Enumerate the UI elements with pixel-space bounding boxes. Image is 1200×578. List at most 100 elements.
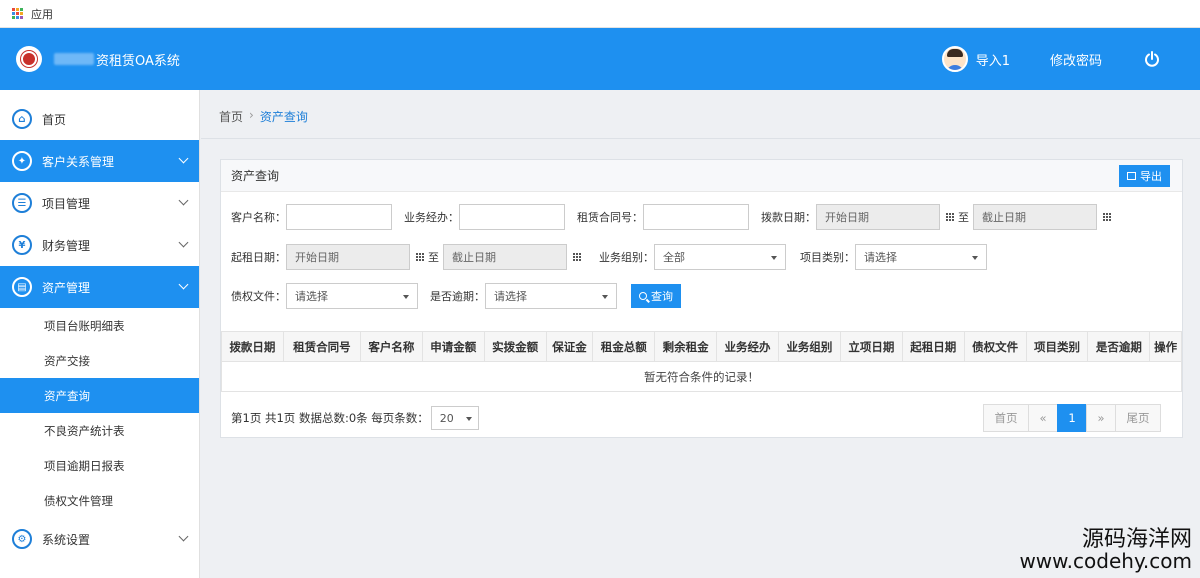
project-type-label: 项目类别： bbox=[800, 251, 855, 264]
col-header[interactable]: 客户名称 bbox=[359, 331, 423, 362]
prev-page-button[interactable]: « bbox=[1028, 404, 1058, 432]
subnav-asset-query[interactable]: 资产查询 bbox=[0, 378, 199, 413]
customers-icon: ✦ bbox=[12, 151, 32, 171]
chevron-down-icon bbox=[178, 237, 189, 248]
user-avatar[interactable] bbox=[941, 46, 968, 72]
nav-project-management[interactable]: ☰ 项目管理 bbox=[0, 182, 199, 224]
rent-start-date-input[interactable]: 开始日期 bbox=[286, 244, 410, 270]
col-header[interactable]: 实拨金额 bbox=[483, 331, 547, 362]
nav-system-settings[interactable]: ⚙ 系统设置 bbox=[0, 518, 199, 560]
disburse-end-date-input[interactable]: 截止日期 bbox=[973, 204, 1097, 230]
nav-finance[interactable]: ¥ 财务管理 bbox=[0, 224, 199, 266]
next-page-button[interactable]: » bbox=[1086, 404, 1116, 432]
header-actions: 导入1 修改密码 bbox=[941, 28, 1200, 90]
nav-label: 项目管理 bbox=[42, 196, 91, 211]
subnav-debt-files[interactable]: 债权文件管理 bbox=[0, 483, 199, 518]
overdue-label: 是否逾期： bbox=[430, 290, 485, 303]
list-icon: ☰ bbox=[12, 193, 32, 213]
apps-label[interactable]: 应用 bbox=[31, 6, 53, 22]
project-type-select[interactable]: 请选择 bbox=[855, 244, 987, 270]
nav-label: 客户关系管理 bbox=[42, 154, 115, 169]
apps-grid-icon[interactable] bbox=[12, 8, 23, 19]
breadcrumb-home[interactable]: 首页 bbox=[219, 108, 243, 125]
nav-home[interactable]: ⌂ 首页 bbox=[0, 98, 199, 140]
col-header[interactable]: 拨款日期 bbox=[221, 331, 284, 362]
export-label: 导出 bbox=[1140, 170, 1162, 183]
disburse-date-label: 拨款日期： bbox=[761, 211, 816, 224]
table-header-row: 拨款日期 租赁合同号 客户名称 申请金额 实拨金额 保证金 租金总额 剩余租金 … bbox=[221, 331, 1182, 362]
table-empty-row: 暂无符合条件的记录！ bbox=[221, 361, 1182, 392]
calendar-icon[interactable] bbox=[1103, 213, 1111, 221]
customer-name-input[interactable] bbox=[286, 204, 392, 230]
pagination-info: 第1页 共1页 数据总数:0条 每页条数： 20 bbox=[231, 406, 479, 430]
home-icon: ⌂ bbox=[12, 109, 32, 129]
col-header[interactable]: 业务组别 bbox=[778, 331, 841, 362]
breadcrumb-divider bbox=[201, 138, 1200, 139]
business-group-label: 业务组别： bbox=[599, 251, 654, 264]
rent-start-date-label: 起租日期： bbox=[231, 251, 286, 264]
page-size-select[interactable]: 20 bbox=[430, 406, 479, 430]
breadcrumb: 首页 › 资产查询 bbox=[219, 108, 308, 125]
panel-header: 资产查询 bbox=[221, 160, 1182, 192]
nav-asset-management[interactable]: ▤ 资产管理 bbox=[0, 266, 199, 308]
contract-no-input[interactable] bbox=[643, 204, 749, 230]
date-range-to: 至 bbox=[958, 211, 969, 224]
asset-query-panel: 资产查询 导出 客户名称： 业务经办： 租赁合同号： 拨款日期： 开始日期 至 … bbox=[220, 159, 1183, 438]
export-button[interactable]: 导出 bbox=[1119, 165, 1170, 187]
last-page-button[interactable]: 尾页 bbox=[1115, 404, 1161, 432]
nav-label: 系统设置 bbox=[42, 532, 91, 547]
page-1-button[interactable]: 1 bbox=[1057, 404, 1087, 432]
change-password-link[interactable]: 修改密码 bbox=[1050, 50, 1102, 69]
calendar-icon[interactable] bbox=[416, 253, 424, 261]
overdue-select[interactable]: 请选择 bbox=[485, 283, 617, 309]
search-label: 查询 bbox=[651, 290, 673, 303]
apps-dot bbox=[20, 12, 23, 15]
col-header[interactable]: 业务经办 bbox=[716, 331, 779, 362]
apps-dot bbox=[12, 12, 15, 15]
debt-file-select[interactable]: 请选择 bbox=[286, 283, 418, 309]
subnav-project-ledger[interactable]: 项目台账明细表 bbox=[0, 308, 199, 343]
contract-no-label: 租赁合同号： bbox=[577, 211, 643, 224]
calendar-icon[interactable] bbox=[573, 253, 581, 261]
logo-emblem bbox=[21, 51, 37, 67]
col-header[interactable]: 租赁合同号 bbox=[282, 331, 361, 362]
col-header[interactable]: 申请金额 bbox=[421, 331, 485, 362]
system-title: 资租赁OA系统 bbox=[96, 53, 180, 69]
filter-row-3: 债权文件： 请选择 是否逾期： 请选择 查询 bbox=[231, 283, 681, 309]
breadcrumb-current: 资产查询 bbox=[259, 110, 308, 124]
col-header[interactable]: 剩余租金 bbox=[654, 331, 718, 362]
nav-label: 财务管理 bbox=[42, 238, 91, 253]
breadcrumb-separator: › bbox=[249, 108, 254, 122]
col-header[interactable]: 租金总额 bbox=[592, 331, 656, 362]
user-name-link[interactable]: 导入1 bbox=[976, 50, 1010, 69]
business-group-select[interactable]: 全部 bbox=[654, 244, 786, 270]
search-button[interactable]: 查询 bbox=[631, 284, 681, 308]
calendar-icon[interactable] bbox=[946, 213, 954, 221]
business-agent-label: 业务经办： bbox=[404, 211, 459, 224]
pagination: 首页 « 1 » 尾页 bbox=[983, 404, 1161, 432]
col-header[interactable]: 债权文件 bbox=[963, 331, 1027, 362]
rent-end-date-input[interactable]: 截止日期 bbox=[443, 244, 567, 270]
chevron-down-icon bbox=[178, 531, 189, 542]
disburse-start-date-input[interactable]: 开始日期 bbox=[816, 204, 940, 230]
subnav-bad-assets[interactable]: 不良资产统计表 bbox=[0, 413, 199, 448]
col-header[interactable]: 起租日期 bbox=[901, 331, 965, 362]
col-header[interactable]: 立项日期 bbox=[839, 331, 903, 362]
top-header: 资租赁OA系统 导入1 修改密码 bbox=[0, 28, 1200, 90]
panel-title: 资产查询 bbox=[231, 169, 280, 183]
first-page-button[interactable]: 首页 bbox=[983, 404, 1029, 432]
subnav-asset-handover[interactable]: 资产交接 bbox=[0, 343, 199, 378]
watermark-line-1: 源码海洋网 bbox=[1081, 526, 1192, 552]
nav-label: 资产管理 bbox=[42, 280, 91, 295]
filter-row-1: 客户名称： 业务经办： 租赁合同号： 拨款日期： 开始日期 至 截止日期 bbox=[231, 204, 1115, 230]
apps-dot bbox=[16, 12, 19, 15]
business-agent-input[interactable] bbox=[459, 204, 565, 230]
nav-customer-relations[interactable]: ✦ 客户关系管理 bbox=[0, 140, 199, 182]
chevron-down-icon bbox=[178, 279, 189, 290]
power-logout-icon[interactable] bbox=[1144, 51, 1160, 67]
col-header[interactable]: 是否逾期 bbox=[1087, 331, 1151, 362]
col-header[interactable]: 保证金 bbox=[545, 331, 594, 362]
col-header[interactable]: 项目类别 bbox=[1025, 331, 1089, 362]
apps-dot bbox=[12, 16, 15, 19]
subnav-overdue-report[interactable]: 项目逾期日报表 bbox=[0, 448, 199, 483]
